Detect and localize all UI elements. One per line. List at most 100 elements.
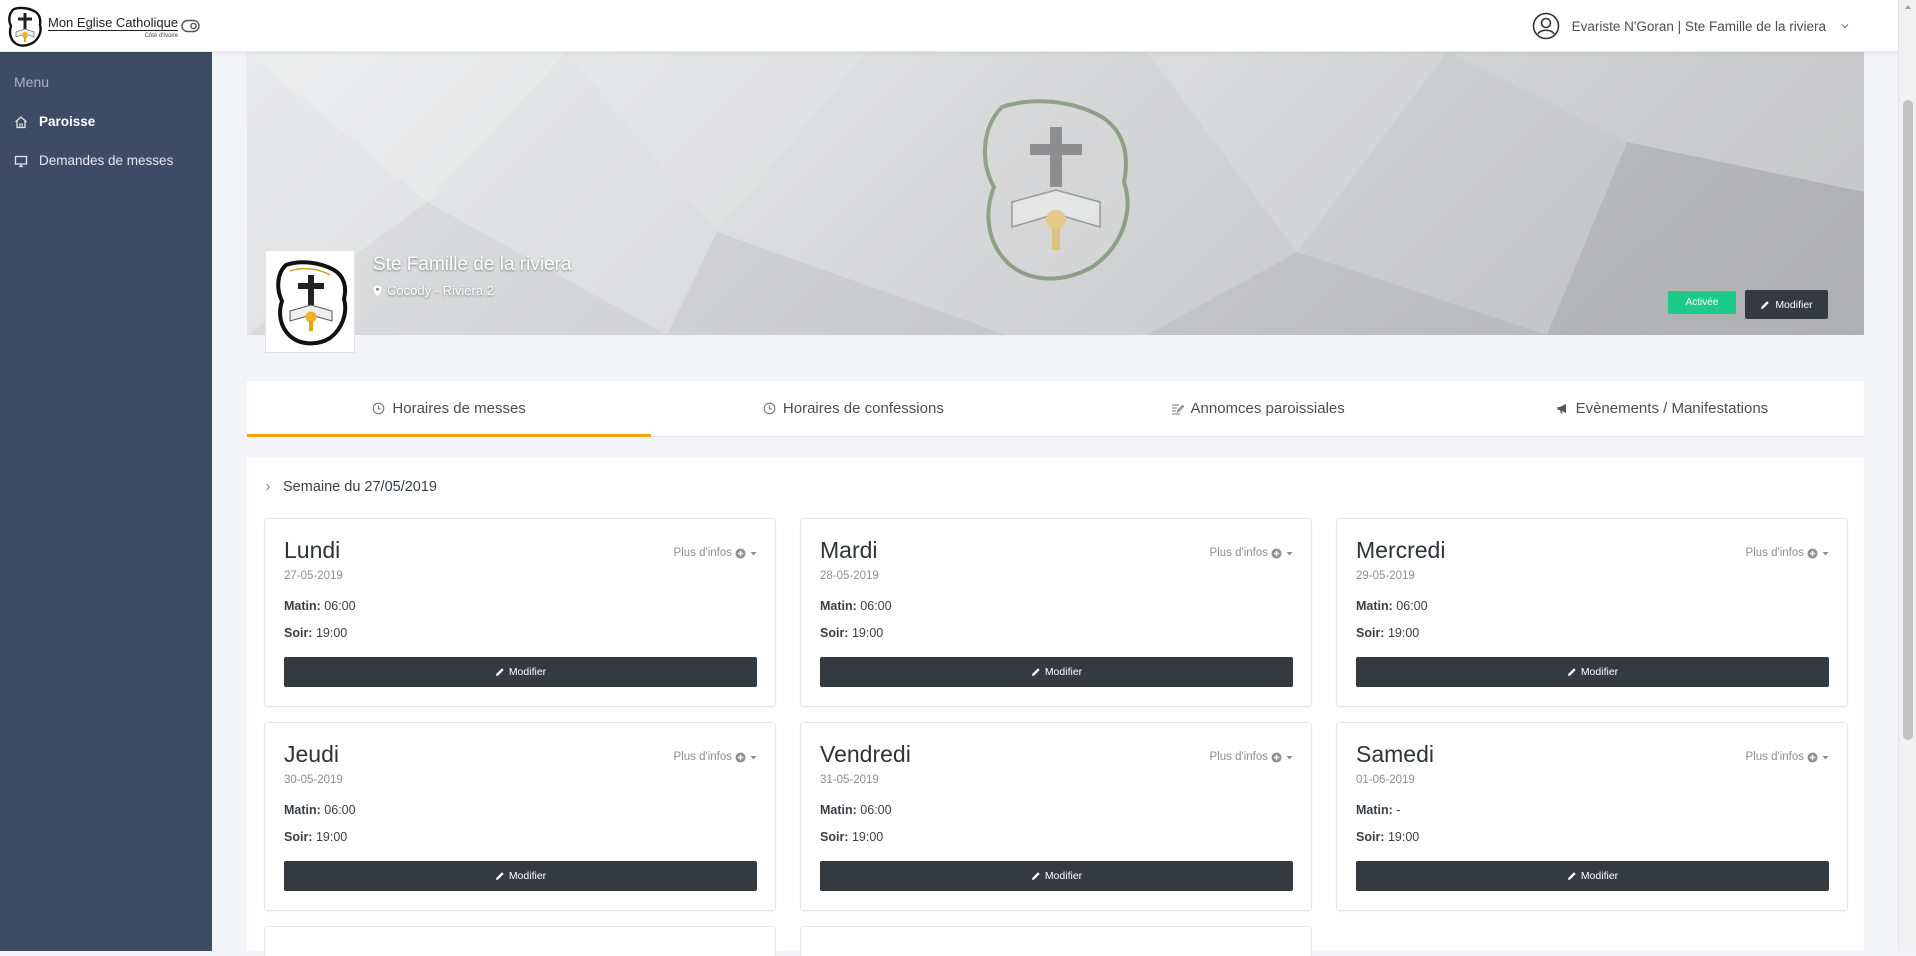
day-name: Samedi (1356, 741, 1434, 767)
tab-label: Horaires de messes (392, 400, 526, 417)
evening-slot: Soir: 19:00 (284, 830, 347, 844)
sidebar: Menu Paroisse Demandes de messes (0, 52, 212, 951)
day-card: Mercredi 29-05-2019 Plus d'infos Matin: … (1336, 518, 1848, 707)
modify-label: Modifier (1580, 870, 1619, 882)
modify-day-button[interactable]: Modifier (1356, 657, 1829, 687)
day-name: Mardi (820, 537, 878, 563)
modify-day-button[interactable]: Modifier (284, 861, 757, 891)
logo-subtitle: Côte d'Ivoire (144, 32, 179, 39)
evening-slot: Soir: 19:00 (820, 830, 883, 844)
parish-name: Ste Famille de la riviera (373, 254, 572, 275)
top-bar: Mon Eglise Catholique Côte d'Ivoire Evar… (0, 0, 1898, 52)
app-logo[interactable]: Mon Eglise Catholique Côte d'Ivoire (6, 4, 179, 50)
evening-slot: Soir: 19:00 (820, 626, 883, 640)
modify-label: Modifier (508, 870, 547, 882)
soir-time: 19:00 (851, 626, 884, 640)
modify-day-button[interactable]: Modifier (284, 657, 757, 687)
soir-label: Soir: (1356, 830, 1385, 844)
user-name: Evariste N'Goran | Ste Famille de la riv… (1571, 18, 1826, 34)
matin-time: 06:00 (324, 803, 356, 817)
matin-label: Matin: (820, 803, 857, 817)
caret-down-icon (1822, 551, 1829, 555)
week-title: Semaine du 27/05/2019 (283, 479, 437, 495)
soir-time: 19:00 (1387, 626, 1420, 640)
page-scrollbar[interactable] (1898, 0, 1916, 951)
day-card-partial (800, 926, 1312, 956)
megaphone-icon (1557, 404, 1566, 414)
matin-time: 06:00 (324, 599, 356, 613)
pencil-icon (1567, 872, 1576, 880)
status-badge: Activée (1668, 291, 1736, 314)
more-info-dropdown[interactable]: Plus d'infos (1210, 547, 1293, 559)
day-date: 30-05-2019 (284, 774, 343, 786)
more-info-dropdown[interactable]: Plus d'infos (1746, 547, 1829, 559)
sidebar-toggle-icon[interactable] (181, 19, 200, 33)
plus-circle-icon (1271, 548, 1282, 558)
modify-day-button[interactable]: Modifier (820, 861, 1293, 891)
week-panel: Semaine du 27/05/2019 Lundi 27-05-2019 P… (247, 457, 1864, 956)
plus-circle-icon (1807, 548, 1818, 558)
day-card: Lundi 27-05-2019 Plus d'infos Matin: 06:… (264, 518, 776, 707)
matin-time: - (1396, 803, 1401, 817)
pencil-icon (495, 668, 504, 676)
soir-time: 19:00 (315, 830, 348, 844)
logo-title: Mon Eglise Catholique (48, 14, 179, 31)
more-info-dropdown[interactable]: Plus d'infos (1210, 751, 1293, 763)
more-info-dropdown[interactable]: Plus d'infos (674, 751, 757, 763)
morning-slot: Matin: 06:00 (284, 599, 356, 613)
day-card: Mardi 28-05-2019 Plus d'infos Matin: 06:… (800, 518, 1312, 707)
evening-slot: Soir: 19:00 (1356, 830, 1419, 844)
pencil-icon (1031, 872, 1040, 880)
map-pin-icon (373, 285, 382, 296)
plus-circle-icon (1807, 752, 1818, 762)
caret-down-icon (1286, 755, 1293, 759)
soir-time: 19:00 (315, 626, 348, 640)
morning-slot: Matin: 06:00 (284, 803, 356, 817)
caret-down-icon (750, 755, 757, 759)
tab-evenements-manifestations[interactable]: Evènements / Manifestations (1460, 381, 1864, 436)
modify-day-button[interactable]: Modifier (820, 657, 1293, 687)
sidebar-item-label: Demandes de messes (39, 153, 174, 168)
matin-label: Matin: (820, 599, 857, 613)
more-info-label: Plus d'infos (673, 751, 732, 763)
tab-annonces-paroissiales[interactable]: Annomces paroissiales (1056, 381, 1460, 436)
day-name: Lundi (284, 537, 341, 563)
tab-horaires-de-messes[interactable]: Horaires de messes (247, 381, 652, 437)
scrollbar-thumb[interactable] (1903, 100, 1913, 740)
plus-circle-icon (735, 752, 746, 762)
caret-down-icon (1286, 551, 1293, 555)
more-info-label: Plus d'infos (1745, 547, 1804, 559)
church-emblem-icon (983, 99, 1130, 281)
more-info-dropdown[interactable]: Plus d'infos (1746, 751, 1829, 763)
morning-slot: Matin: - (1356, 803, 1400, 817)
morning-slot: Matin: 06:00 (820, 803, 892, 817)
tab-label: Evènements / Manifestations (1575, 400, 1769, 417)
parish-avatar (265, 250, 355, 353)
plus-circle-icon (1271, 752, 1282, 762)
modify-label: Modifier (1044, 870, 1083, 882)
day-card: Samedi 01-06-2019 Plus d'infos Matin: - … (1336, 722, 1848, 911)
soir-label: Soir: (284, 830, 313, 844)
scroll-up-arrow-icon[interactable] (1903, 2, 1913, 12)
more-info-dropdown[interactable]: Plus d'infos (674, 547, 757, 559)
tab-label: Annomces paroissiales (1190, 400, 1345, 417)
sidebar-item-demandes-de-messes[interactable]: Demandes de messes (14, 153, 173, 168)
evening-slot: Soir: 19:00 (1356, 626, 1419, 640)
pencil-icon (495, 872, 504, 880)
soir-time: 19:00 (1387, 830, 1420, 844)
day-name: Vendredi (820, 741, 911, 767)
soir-label: Soir: (284, 626, 313, 640)
tab-horaires-de-confessions[interactable]: Horaires de confessions (651, 381, 1055, 436)
more-info-label: Plus d'infos (1209, 751, 1268, 763)
day-date: 01-06-2019 (1356, 774, 1415, 786)
week-header[interactable]: Semaine du 27/05/2019 (265, 479, 437, 495)
modify-parish-button[interactable]: Modifier (1745, 290, 1828, 319)
day-card: Jeudi 30-05-2019 Plus d'infos Matin: 06:… (264, 722, 776, 911)
caret-down-icon (750, 551, 757, 555)
sidebar-item-paroisse[interactable]: Paroisse (14, 114, 95, 129)
modify-label: Modifier (1580, 666, 1619, 678)
user-menu[interactable]: Evariste N'Goran | Ste Famille de la riv… (1532, 11, 1850, 41)
modify-label: Modifier (1044, 666, 1083, 678)
modify-day-button[interactable]: Modifier (1356, 861, 1829, 891)
day-card-partial (264, 926, 776, 956)
